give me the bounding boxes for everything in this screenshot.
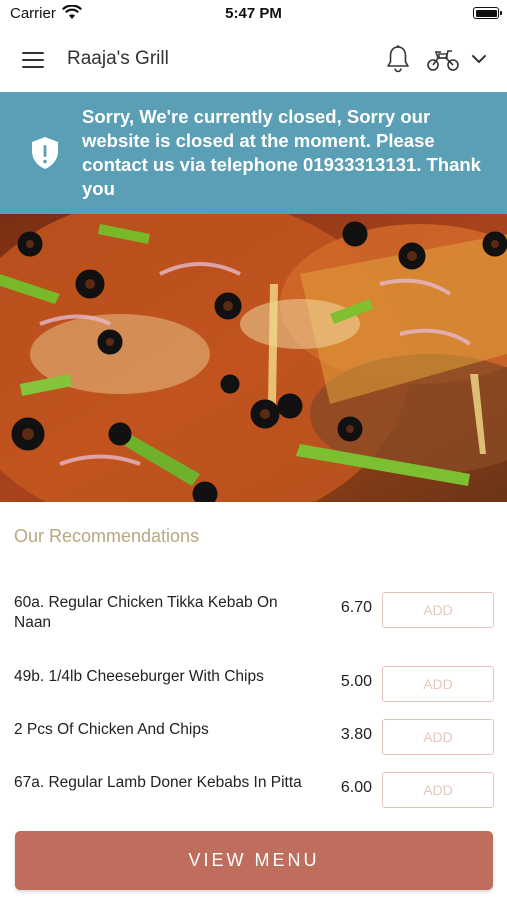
add-button[interactable]: ADD <box>382 772 494 808</box>
closed-notice-banner: Sorry, We're currently closed, Sorry our… <box>0 92 507 214</box>
restaurant-name: Raaja's Grill <box>67 48 169 69</box>
view-menu-button[interactable]: VIEW MENU <box>15 831 493 890</box>
status-bar: Carrier 5:47 PM <box>0 0 507 28</box>
menu-icon[interactable] <box>20 48 48 72</box>
item-name: 2 Pcs Of Chicken And Chips <box>14 721 209 738</box>
item-name: 60a. Regular Chicken Tikka Kebab On Naan <box>14 594 278 631</box>
add-button[interactable]: ADD <box>382 666 494 702</box>
recommendations-heading: Our Recommendations <box>14 526 200 546</box>
item-price: 6.00 <box>340 779 372 796</box>
delivery-bike-icon[interactable] <box>426 46 460 72</box>
item-price: 3.80 <box>340 726 372 743</box>
hero-pizza-image <box>0 214 507 502</box>
item-price: 5.00 <box>340 673 372 690</box>
closed-notice-message: Sorry, We're currently closed, Sorry our… <box>82 106 481 199</box>
bell-icon[interactable] <box>385 44 411 74</box>
item-name: 49b. 1/4lb Cheeseburger With Chips <box>14 668 264 685</box>
app-header: Raaja's Grill <box>0 28 507 92</box>
chevron-down-icon[interactable] <box>470 50 488 68</box>
add-button[interactable]: ADD <box>382 719 494 755</box>
shield-icon <box>31 136 59 170</box>
battery-icon <box>473 7 502 19</box>
item-name: 67a. Regular Lamb Doner Kebabs In Pitta <box>14 774 302 791</box>
item-price: 6.70 <box>340 599 372 616</box>
clock: 5:47 PM <box>225 5 282 22</box>
add-button[interactable]: ADD <box>382 592 494 628</box>
